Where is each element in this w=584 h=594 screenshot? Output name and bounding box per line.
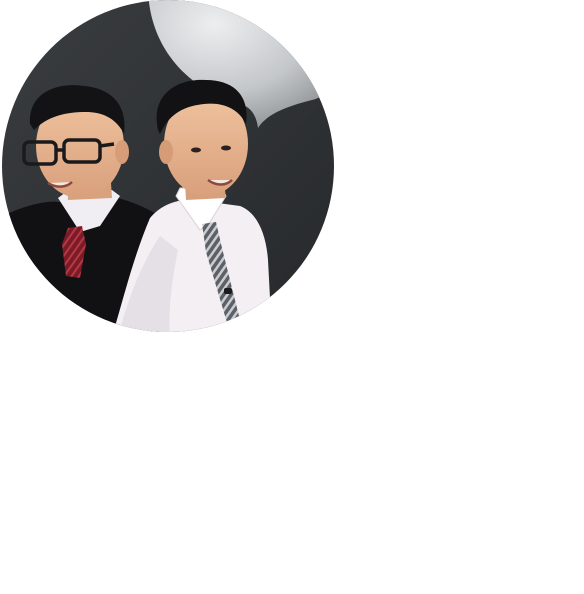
avatar-photo xyxy=(2,0,334,332)
profile-avatar xyxy=(0,0,336,336)
lapel-mic xyxy=(224,288,232,294)
